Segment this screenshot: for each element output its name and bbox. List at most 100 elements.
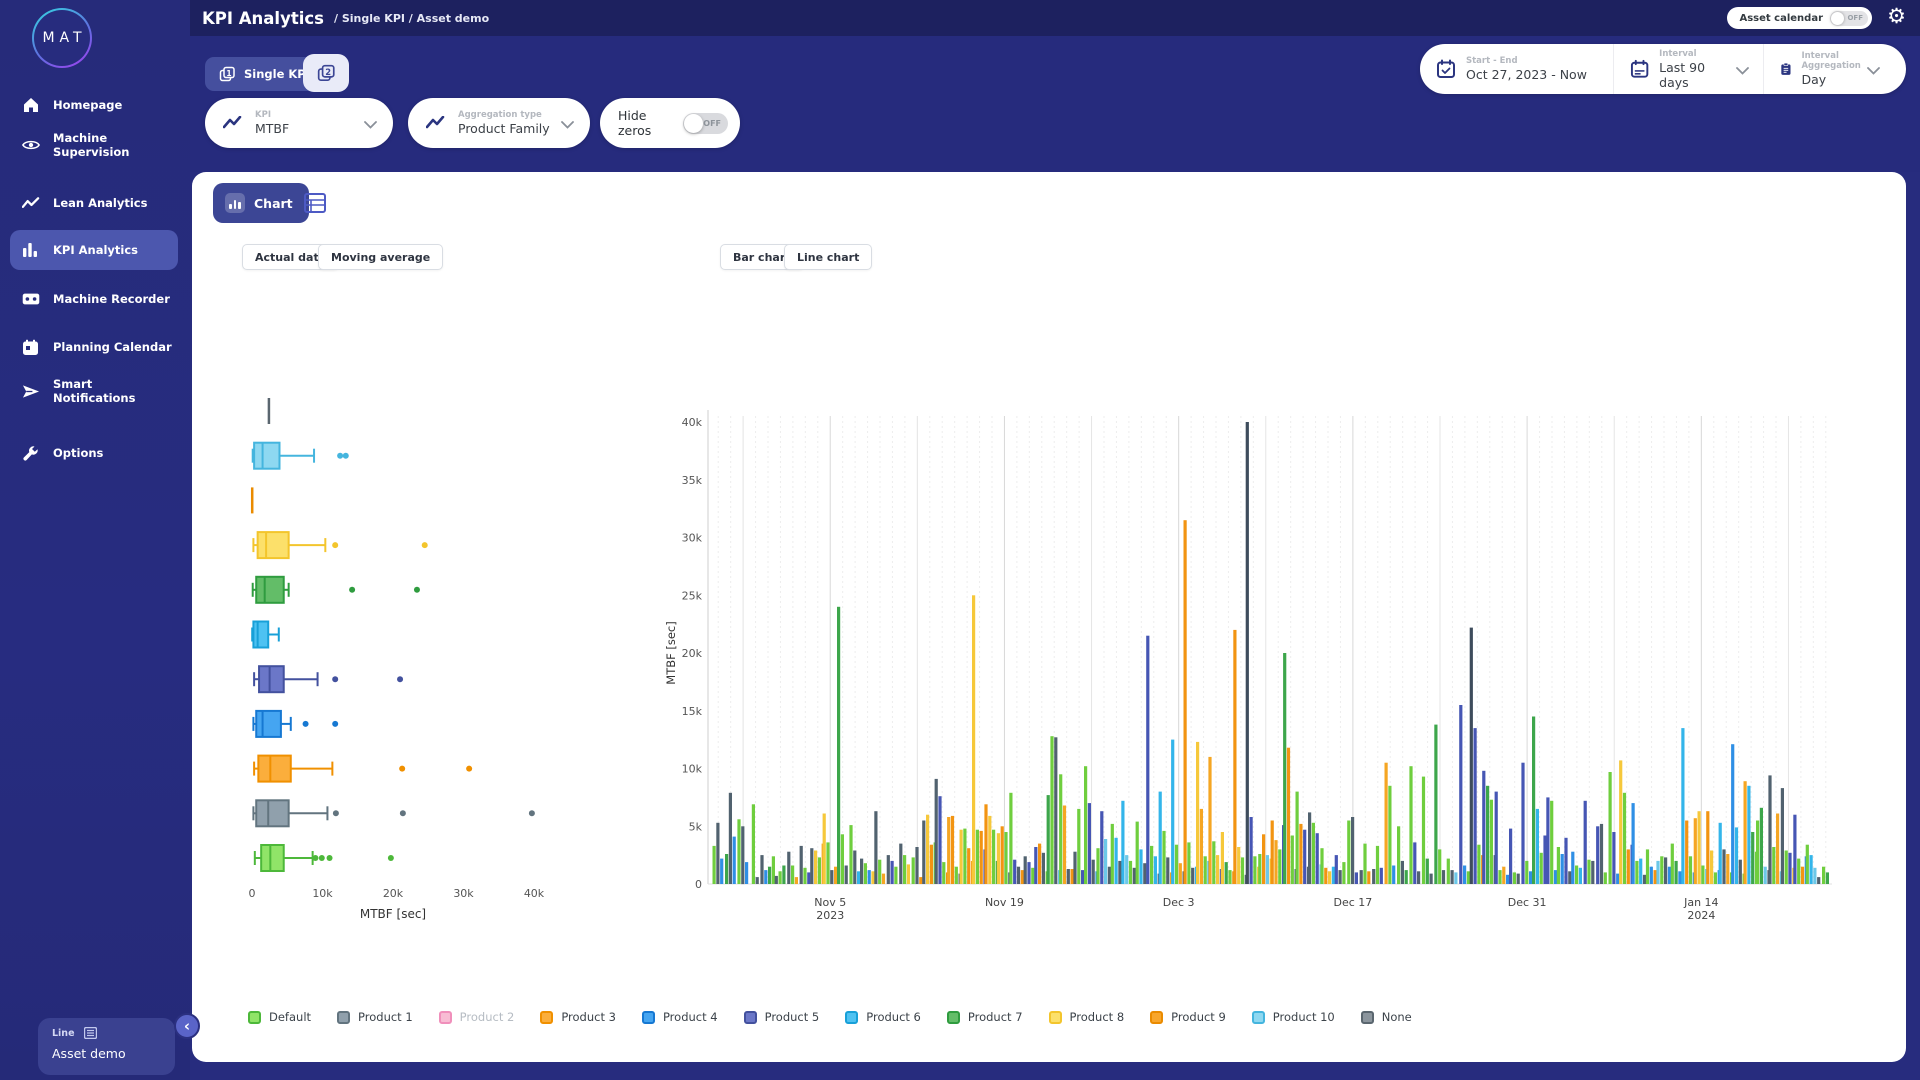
hide-zeros-label: Hide zeros (618, 108, 683, 138)
topbar: KPI Analytics / Single KPI / Asset demo … (190, 0, 1920, 36)
legend-swatch (248, 1011, 261, 1024)
legend-item-p6[interactable]: Product 6 (845, 1010, 921, 1024)
kpi-value: MTBF (255, 121, 289, 136)
sidebar-item-machine-recorder[interactable]: Machine Recorder (0, 282, 190, 316)
legend-label: None (1382, 1010, 1412, 1024)
legend-item-p8[interactable]: Product 8 (1049, 1010, 1125, 1024)
chevron-down-icon (561, 114, 574, 133)
legend-item-p2[interactable]: Product 2 (439, 1010, 515, 1024)
legend-label: Product 9 (1171, 1010, 1226, 1024)
svg-text:MTBF [sec]: MTBF [sec] (360, 907, 426, 921)
date-range-select[interactable]: Start - End Oct 27, 2023 - Now (1420, 44, 1613, 94)
table-view-button[interactable] (304, 193, 326, 213)
bar-chart-label: Bar chart (733, 251, 791, 264)
app-root: { "app": { "logo": "MAT" }, "sidebar": {… (0, 0, 1920, 1080)
line-chart-label: Line chart (797, 251, 859, 264)
sidebar-item-label: Planning Calendar (53, 340, 172, 354)
y-axis: 05k10k15k20k25k30k35k40kMTBF [sec] (664, 410, 708, 891)
svg-text:15k: 15k (682, 705, 703, 718)
boxplot-row-p4 (253, 711, 338, 737)
asset-calendar-switch[interactable]: OFF (1830, 11, 1868, 26)
legend-swatch (947, 1011, 960, 1024)
line-chart-button[interactable]: Line chart (784, 244, 872, 270)
sidebar-item-label: SmartNotifications (53, 377, 135, 406)
asset-name-label: Asset demo (52, 1046, 161, 1061)
sidebar-item-options[interactable]: Options (0, 436, 190, 470)
legend-item-p10[interactable]: Product 10 (1252, 1010, 1335, 1024)
clipboard-icon (1780, 59, 1792, 79)
svg-text:Dec 31: Dec 31 (1508, 896, 1547, 909)
chevron-down-icon (1736, 60, 1749, 79)
send-icon (22, 382, 40, 400)
asset-calendar-toggle[interactable]: Asset calendar OFF (1727, 7, 1872, 29)
chart-bars-icon (225, 193, 245, 213)
filter-bar: 1 Single KPI 2 KPI MTBF Aggregation type… (190, 36, 1920, 172)
sidebar-item-label: Machine Recorder (53, 292, 170, 306)
legend-label: Product 7 (968, 1010, 1023, 1024)
sidebar-item-planning-calendar[interactable]: Planning Calendar (0, 330, 190, 364)
calendar-icon (22, 338, 40, 356)
chart-type-panel[interactable]: Line Asset demo (38, 1018, 175, 1075)
interval-aggregation-value: Day (1801, 72, 1867, 87)
legend-swatch (1252, 1011, 1265, 1024)
boxplot-row-p7 (253, 577, 420, 603)
sidebar-collapse-button[interactable]: ‹ (174, 1013, 200, 1039)
time-range-card: Start - End Oct 27, 2023 - Now Interval … (1420, 44, 1906, 94)
legend-item-p4[interactable]: Product 4 (642, 1010, 718, 1024)
legend-item-p3[interactable]: Product 3 (540, 1010, 616, 1024)
legend-swatch (439, 1011, 452, 1024)
svg-text:10k: 10k (312, 887, 333, 900)
interval-aggregation-select[interactable]: Interval Aggregation Day (1763, 44, 1906, 94)
moving-average-button[interactable]: Moving average (318, 244, 443, 270)
boxplot-x-axis: 010k20k30k40kMTBF [sec] (249, 887, 545, 921)
legend-swatch (337, 1011, 350, 1024)
barchart-icon (22, 241, 40, 259)
toggle-state-label: OFF (703, 119, 721, 128)
legend-item-p1[interactable]: Product 1 (337, 1010, 413, 1024)
calendar-icon (1630, 59, 1649, 79)
legend-swatch (642, 1011, 655, 1024)
aggregation-caption: Aggregation type (458, 110, 550, 120)
svg-text:20k: 20k (383, 887, 404, 900)
tab-chart[interactable]: Chart (213, 183, 309, 223)
legend-item-p5[interactable]: Product 5 (744, 1010, 820, 1024)
trend-icon (22, 194, 40, 212)
legend-swatch (1361, 1011, 1374, 1024)
sidebar-item-smart-notifications[interactable]: SmartNotifications (0, 374, 190, 408)
settings-gear-icon[interactable]: ⚙ (1887, 4, 1906, 28)
legend-label: Product 8 (1070, 1010, 1125, 1024)
sidebar-item-kpi-analytics[interactable]: KPI Analytics (10, 230, 178, 270)
legend-item-nn[interactable]: None (1361, 1010, 1412, 1024)
sidebar-item-label: KPI Analytics (53, 243, 138, 257)
interval-select[interactable]: Interval Last 90 days (1613, 44, 1763, 94)
sidebar-item-machine-supervision[interactable]: MachineSupervision (0, 128, 190, 162)
tab-single-kpi-label: Single KPI (244, 67, 310, 81)
legend-item-p9[interactable]: Product 9 (1150, 1010, 1226, 1024)
aggregation-value: Product Family (458, 121, 550, 136)
svg-text:0: 0 (249, 887, 256, 900)
svg-text:1: 1 (226, 68, 231, 77)
hide-zeros-control: Hide zeros OFF (600, 98, 740, 148)
moving-average-label: Moving average (331, 251, 430, 264)
home-icon (22, 96, 40, 114)
kpi-select[interactable]: KPI MTBF (205, 98, 393, 148)
legend-item-df[interactable]: Default (248, 1010, 311, 1024)
kpi-caption: KPI (255, 110, 289, 120)
svg-text:35k: 35k (682, 474, 703, 487)
aggregation-select[interactable]: Aggregation type Product Family (408, 98, 590, 148)
bar-chart: 05k10k15k20k25k30k35k40kMTBF [sec]Nov 52… (662, 390, 1842, 954)
hide-zeros-toggle[interactable]: OFF (683, 113, 728, 134)
sidebar-item-homepage[interactable]: Homepage (0, 88, 190, 122)
legend-item-p7[interactable]: Product 7 (947, 1010, 1023, 1024)
brand-logo: MAT (32, 8, 92, 68)
svg-text:0: 0 (695, 878, 702, 891)
interval-aggregation-caption: Interval Aggregation (1801, 51, 1867, 71)
tab-multi-kpi[interactable]: 2 (303, 54, 349, 92)
switch-knob (1831, 12, 1844, 25)
sidebar-item-lean-analytics[interactable]: Lean Analytics (0, 186, 190, 220)
sidebar-item-label: Options (53, 446, 103, 460)
table-icon (304, 193, 326, 213)
date-range-caption: Start - End (1466, 56, 1587, 66)
bar-chart-svg: 05k10k15k20k25k30k35k40kMTBF [sec]Nov 52… (662, 390, 1842, 950)
switch-state-label: OFF (1847, 14, 1863, 22)
